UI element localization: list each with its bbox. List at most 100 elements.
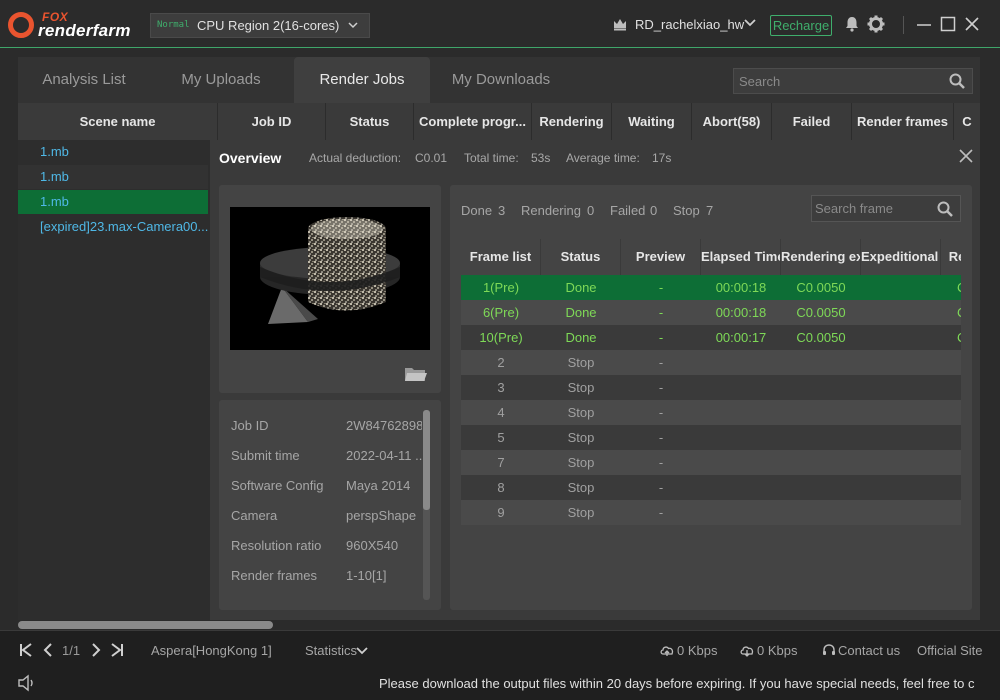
job-row[interactable]: 1.mb xyxy=(18,140,208,164)
frame-number: 1(Pre) xyxy=(482,280,520,295)
frame-extra: C xyxy=(941,300,961,325)
job-row-selected[interactable]: 1.mb xyxy=(18,190,208,214)
info-label-submit-time: Submit time xyxy=(231,448,300,463)
frame-charge xyxy=(861,275,941,300)
frame-row[interactable]: 4 Stop - xyxy=(461,400,961,425)
frame-row[interactable]: 7 Stop - xyxy=(461,450,961,475)
frame-table-body: 1(Pre) Done - 00:00:18 C0.0050 C 6(Pre) … xyxy=(461,275,961,525)
horizontal-scrollbar-thumb[interactable] xyxy=(18,621,273,629)
frame-row[interactable]: 2 Stop - xyxy=(461,350,961,375)
frame-preview: - xyxy=(658,505,664,520)
user-menu-chevron-icon[interactable] xyxy=(744,16,756,33)
column-preview[interactable]: Preview xyxy=(621,239,701,275)
headset-icon[interactable] xyxy=(821,642,837,658)
frame-elapsed: 00:00:17 xyxy=(715,330,767,345)
frame-preview: - xyxy=(658,480,664,495)
tab-my-uploads[interactable]: My Uploads xyxy=(160,57,282,103)
chevron-down-icon[interactable] xyxy=(355,644,369,658)
maximize-icon[interactable] xyxy=(938,14,958,34)
render-preview-image[interactable] xyxy=(230,207,430,350)
column-job-id[interactable]: Job ID xyxy=(218,103,326,140)
minimize-icon[interactable] xyxy=(914,14,934,34)
job-search xyxy=(733,68,973,94)
recharge-button[interactable]: Recharge xyxy=(770,15,832,36)
username[interactable]: RD_rachelxiao_hw xyxy=(635,17,744,32)
frame-status: Stop xyxy=(567,405,595,420)
frame-row[interactable]: 6(Pre) Done - 00:00:18 C0.0050 C xyxy=(461,300,961,325)
frame-row[interactable]: 9 Stop - xyxy=(461,500,961,525)
frame-status: Stop xyxy=(567,430,595,445)
frame-elapsed: 00:00:18 xyxy=(715,280,767,295)
tab-render-jobs[interactable]: Render Jobs xyxy=(294,57,430,103)
region-select[interactable]: Normal CPU Region 2(16-cores) xyxy=(150,13,370,38)
column-frame-status[interactable]: Status xyxy=(541,239,621,275)
next-page-icon[interactable] xyxy=(88,641,104,659)
frame-row[interactable]: 8 Stop - xyxy=(461,475,961,500)
frame-number: 5 xyxy=(497,430,505,445)
info-value-software-config: Maya 2014 xyxy=(346,478,411,493)
frame-row[interactable]: 5 Stop - xyxy=(461,425,961,450)
contact-us-link[interactable]: Contact us xyxy=(838,643,900,658)
column-render-frames[interactable]: Render frames xyxy=(852,103,954,140)
column-rendering-expense[interactable]: Rendering expe xyxy=(781,239,861,275)
title-bar-separator xyxy=(903,16,904,34)
column-failed[interactable]: Failed xyxy=(772,103,852,140)
frame-row[interactable]: 10(Pre) Done - 00:00:17 C0.0050 C xyxy=(461,325,961,350)
column-more[interactable]: Ren xyxy=(941,239,961,275)
frame-status: Stop xyxy=(567,455,595,470)
frame-cost: C0.0050 xyxy=(796,305,846,320)
tab-my-downloads[interactable]: My Downloads xyxy=(432,57,570,103)
frame-preview: - xyxy=(658,355,664,370)
search-icon[interactable] xyxy=(936,200,954,218)
frame-search-input[interactable] xyxy=(812,196,934,221)
tab-analysis-list[interactable]: Analysis List xyxy=(18,57,150,103)
frame-preview: - xyxy=(658,305,664,320)
actual-deduction-label: Actual deduction: xyxy=(309,151,402,165)
column-more[interactable]: C xyxy=(954,103,980,140)
frame-table-header: Frame list Status Preview Elapsed Time R… xyxy=(461,239,961,275)
job-search-input[interactable] xyxy=(734,69,944,93)
frame-row[interactable]: 1(Pre) Done - 00:00:18 C0.0050 C xyxy=(461,275,961,300)
speaker-icon[interactable] xyxy=(17,674,37,692)
column-elapsed-time[interactable]: Elapsed Time xyxy=(701,239,781,275)
frame-status: Stop xyxy=(567,480,595,495)
last-page-icon[interactable] xyxy=(109,641,125,659)
column-waiting[interactable]: Waiting xyxy=(612,103,692,140)
frame-preview: - xyxy=(658,405,664,420)
failed-count: 0 xyxy=(650,203,658,218)
statistics-menu[interactable]: Statistics xyxy=(305,643,357,658)
done-count: 3 xyxy=(498,203,506,218)
stop-count: 7 xyxy=(706,203,714,218)
column-status[interactable]: Status xyxy=(326,103,414,140)
job-row[interactable]: 1.mb xyxy=(18,165,208,189)
column-rendering[interactable]: Rendering xyxy=(532,103,612,140)
frame-extra: C xyxy=(941,325,961,350)
column-complete-progress[interactable]: Complete progr... xyxy=(414,103,532,140)
info-scrollbar-thumb[interactable] xyxy=(423,410,430,510)
frame-charge xyxy=(861,300,941,325)
app-logo: FOX renderfarm xyxy=(8,10,134,40)
close-overview-icon[interactable] xyxy=(958,148,974,164)
failed-count-label: Failed xyxy=(610,203,646,218)
folder-icon[interactable] xyxy=(404,364,428,384)
job-row[interactable]: [expired]23.max-Camera00... xyxy=(18,215,208,239)
first-page-icon[interactable] xyxy=(18,641,34,659)
frame-status: Done xyxy=(565,330,597,345)
prev-page-icon[interactable] xyxy=(40,641,56,659)
frame-number: 4 xyxy=(497,405,505,420)
column-expeditional-charge[interactable]: Expeditional charge xyxy=(861,239,941,275)
frame-row[interactable]: 3 Stop - xyxy=(461,375,961,400)
transfer-mode[interactable]: Aspera[HongKong 1] xyxy=(151,643,272,658)
column-abort[interactable]: Abort(58) xyxy=(692,103,772,140)
stop-count-label: Stop xyxy=(673,203,700,218)
column-scene-name[interactable]: Scene name xyxy=(18,103,218,140)
bell-icon[interactable] xyxy=(842,14,862,34)
overview-title: Overview xyxy=(219,150,282,166)
close-icon[interactable] xyxy=(962,14,982,34)
search-icon[interactable] xyxy=(948,72,966,90)
frame-cost: C0.0050 xyxy=(796,330,846,345)
official-site-link[interactable]: Official Site xyxy=(917,643,983,658)
logo-renderfarm-text: renderfarm xyxy=(38,21,131,40)
column-frame-list[interactable]: Frame list xyxy=(461,239,541,275)
gear-icon[interactable] xyxy=(866,14,886,34)
